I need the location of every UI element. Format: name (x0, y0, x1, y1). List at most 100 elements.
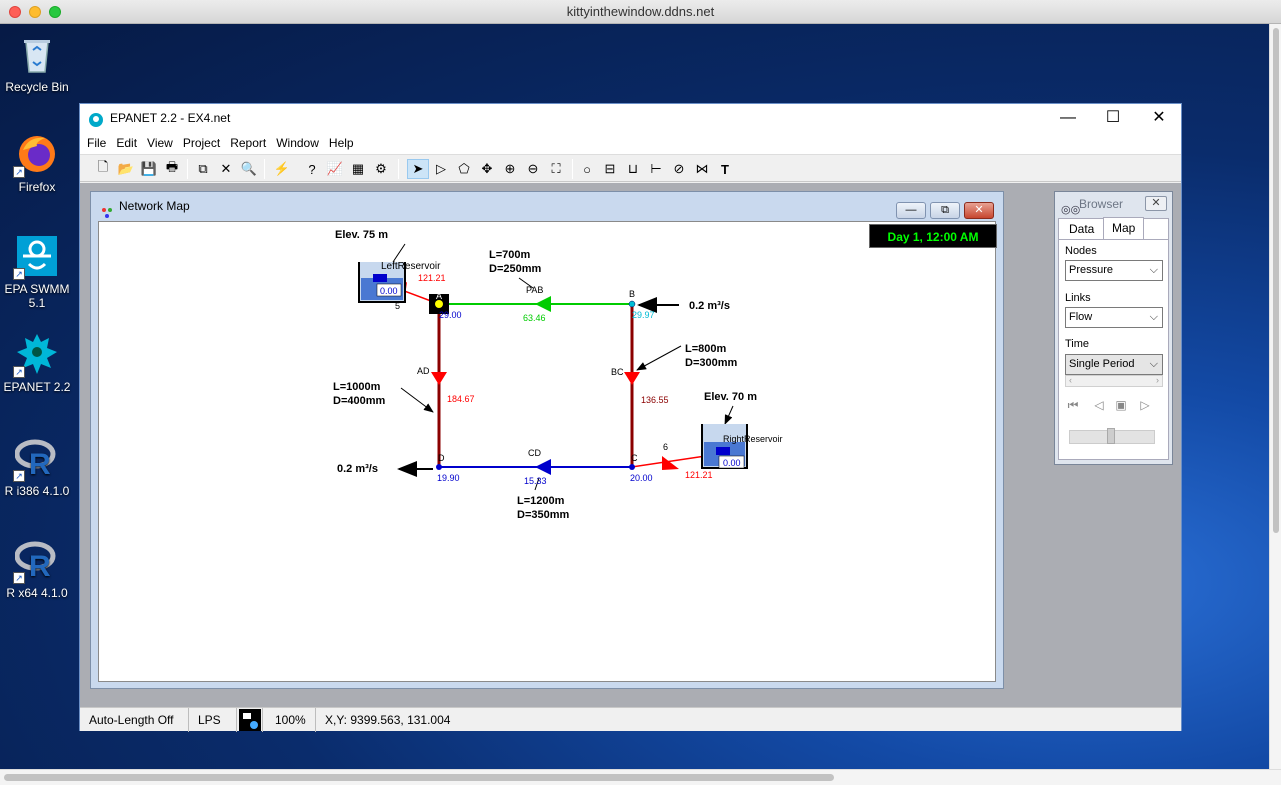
network-map-canvas[interactable]: Elev. 75 m L=700m D=250mm L=800m D=300mm… (98, 221, 997, 682)
time-scrollbar[interactable]: ‹ › (1065, 375, 1163, 387)
add-pipe-icon[interactable]: ⊢ (645, 159, 667, 179)
select-vertex-icon[interactable]: ▷ (430, 159, 452, 179)
close-window-button[interactable] (9, 6, 21, 18)
junction-c[interactable] (629, 464, 635, 470)
select-object-icon[interactable]: ➤ (407, 159, 429, 179)
add-pump-icon[interactable]: ⊘ (668, 159, 690, 179)
app-title: EPANET 2.2 - EX4.net (110, 111, 231, 125)
link-bc-flow: 136.55 (641, 395, 669, 405)
annotation-arrow (724, 405, 734, 425)
links-select[interactable]: Flow ⌵ (1065, 307, 1163, 328)
rewind-icon[interactable]: ⏮ (1065, 398, 1081, 413)
inflow-label: 0.2 m³/s (689, 300, 730, 312)
menu-edit[interactable]: Edit (111, 132, 142, 154)
junction-b-pressure: 29.97 (632, 310, 655, 320)
maximize-button[interactable]: ☐ (1090, 104, 1136, 132)
menu-project[interactable]: Project (178, 132, 225, 154)
horizontal-scrollbar[interactable] (0, 769, 1281, 785)
recycle-bin-icon (15, 32, 59, 76)
desktop-icon-epanet[interactable]: ↗ EPANET 2.2 (0, 332, 74, 394)
new-icon[interactable]: 🗋 (92, 159, 114, 179)
desktop-icon-firefox[interactable]: ↗ Firefox (0, 132, 74, 194)
shortcut-arrow-icon: ↗ (13, 166, 25, 178)
menu-file[interactable]: File (82, 132, 111, 154)
vertical-scroll-thumb[interactable] (1273, 28, 1279, 533)
desktop-icon-recycle-bin[interactable]: Recycle Bin (0, 32, 74, 94)
chevron-down-icon: ⌵ (1149, 358, 1158, 370)
tab-map[interactable]: Map (1103, 217, 1145, 239)
print-icon[interactable]: 🖶 (161, 159, 183, 179)
close-button[interactable]: ✕ (1136, 104, 1182, 132)
network-map-title: Network Map (119, 199, 190, 213)
query-icon[interactable]: ? (301, 159, 323, 179)
back-icon[interactable]: ◁ (1091, 398, 1107, 412)
select-region-icon[interactable]: ⬠ (453, 159, 475, 179)
menu-view[interactable]: View (142, 132, 178, 154)
links-label: Links (1065, 292, 1091, 304)
junction-c-id: C (631, 453, 638, 463)
bc-diameter-label: D=300mm (685, 357, 738, 369)
table-icon[interactable]: ▦ (347, 159, 369, 179)
junction-b-id: B (629, 289, 635, 299)
remote-window-titlebar: kittyinthewindow.ddns.net (0, 0, 1281, 24)
options-icon[interactable]: ⚙ (370, 159, 392, 179)
flow-arrow-pab (535, 296, 551, 312)
stop-icon[interactable]: ▣ (1113, 398, 1129, 412)
save-icon[interactable]: 💾 (138, 159, 160, 179)
junction-d-id: D (438, 453, 445, 463)
add-label-icon[interactable]: T (714, 159, 736, 179)
chevron-right-icon: › (1156, 375, 1159, 385)
flow-arrow-right-pipe (662, 456, 679, 470)
menu-report[interactable]: Report (225, 132, 271, 154)
delete-icon[interactable]: ✕ (215, 159, 237, 179)
find-icon[interactable]: 🔍 (238, 159, 260, 179)
junction-d[interactable] (436, 464, 442, 470)
graph-icon[interactable]: 📈 (324, 159, 346, 179)
menu-window[interactable]: Window (271, 132, 324, 154)
nodes-select[interactable]: Pressure ⌵ (1065, 260, 1163, 281)
add-valve-icon[interactable]: ⋈ (691, 159, 713, 179)
full-extent-icon[interactable]: ⛶ (545, 159, 567, 179)
flow-units-status: LPS (189, 708, 237, 732)
desktop-icon-epa-swmm[interactable]: ↗ EPA SWMM 5.1 (0, 234, 74, 310)
forward-icon[interactable]: ▷ (1137, 398, 1153, 412)
cd-diameter-label: D=350mm (517, 509, 570, 521)
vertical-scrollbar[interactable] (1269, 24, 1281, 769)
left-pipe-flow: 121.21 (418, 273, 446, 283)
animation-speed-thumb[interactable] (1107, 428, 1115, 444)
junction-b[interactable] (628, 300, 636, 308)
map-restore-button[interactable]: ⧉ (930, 202, 960, 219)
minimize-window-button[interactable] (29, 6, 41, 18)
copy-icon[interactable]: ⧉ (192, 159, 214, 179)
nodes-select-value: Pressure (1069, 264, 1114, 276)
zoom-window-button[interactable] (49, 6, 61, 18)
nodes-label: Nodes (1065, 245, 1097, 257)
elev-right-label: Elev. 70 m (704, 391, 757, 403)
browser-close-button[interactable]: ✕ (1145, 196, 1167, 211)
zoom-out-icon[interactable]: ⊖ (522, 159, 544, 179)
map-tab-pane: Nodes Pressure ⌵ Links Flow ⌵ Time Singl… (1059, 239, 1168, 459)
auto-length-status[interactable]: Auto-Length Off (80, 708, 189, 732)
minimize-button[interactable]: — (1045, 104, 1091, 132)
open-icon[interactable]: 📂 (115, 159, 137, 179)
add-tank-icon[interactable]: ⊔ (622, 159, 644, 179)
junction-a[interactable] (435, 300, 443, 308)
pan-icon[interactable]: ✥ (476, 159, 498, 179)
map-close-button[interactable]: ✕ (964, 202, 994, 219)
horizontal-scroll-thumb[interactable] (4, 774, 834, 781)
zoom-in-icon[interactable]: ⊕ (499, 159, 521, 179)
svg-text:R: R (29, 448, 51, 480)
tab-data[interactable]: Data (1061, 219, 1102, 239)
desktop-icon-r-x64[interactable]: R ↗ R x64 4.1.0 (0, 538, 74, 600)
map-minimize-button[interactable]: — (896, 202, 926, 219)
desktop-icon-r-i386[interactable]: R ↗ R i386 4.1.0 (0, 436, 74, 498)
time-select[interactable]: Single Period ⌵ (1065, 354, 1163, 375)
bc-length-label: L=800m (685, 343, 726, 355)
add-reservoir-icon[interactable]: ⊟ (599, 159, 621, 179)
link-ad-flow: 184.67 (447, 394, 475, 404)
add-junction-icon[interactable]: ○ (576, 159, 598, 179)
menu-help[interactable]: Help (324, 132, 359, 154)
firefox-icon: ↗ (13, 132, 59, 178)
right-reservoir-pressure: 0.00 (723, 458, 741, 468)
run-icon[interactable]: ⚡ (271, 159, 293, 179)
